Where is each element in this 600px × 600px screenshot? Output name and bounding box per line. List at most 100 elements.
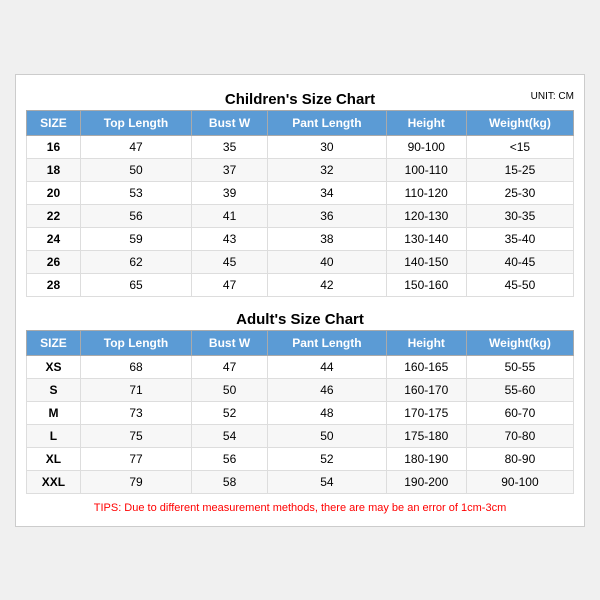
- children-cell-0-1: 47: [80, 135, 191, 158]
- children-cell-3-0: 22: [27, 204, 81, 227]
- adult-cell-5-5: 90-100: [466, 470, 573, 493]
- tips-text: TIPS: Due to different measurement metho…: [26, 500, 574, 516]
- adult-cell-1-1: 71: [80, 378, 191, 401]
- table-row: 28654742150-16045-50: [27, 273, 574, 296]
- children-cell-6-2: 47: [192, 273, 268, 296]
- children-title-text: Children's Size Chart: [225, 91, 375, 108]
- adult-cell-0-2: 47: [192, 355, 268, 378]
- adult-cell-2-4: 170-175: [386, 401, 466, 424]
- children-cell-1-3: 32: [268, 158, 386, 181]
- children-cell-3-2: 41: [192, 204, 268, 227]
- table-row: XL775652180-19080-90: [27, 447, 574, 470]
- children-cell-6-0: 28: [27, 273, 81, 296]
- children-cell-4-5: 35-40: [466, 227, 573, 250]
- col-header-weight-a: Weight(kg): [466, 330, 573, 355]
- adult-cell-3-2: 54: [192, 424, 268, 447]
- col-header-weight-c: Weight(kg): [466, 110, 573, 135]
- children-cell-6-1: 65: [80, 273, 191, 296]
- children-cell-2-5: 25-30: [466, 181, 573, 204]
- children-cell-5-4: 140-150: [386, 250, 466, 273]
- adult-cell-3-0: L: [27, 424, 81, 447]
- children-cell-5-5: 40-45: [466, 250, 573, 273]
- children-cell-3-1: 56: [80, 204, 191, 227]
- children-cell-6-4: 150-160: [386, 273, 466, 296]
- children-cell-4-3: 38: [268, 227, 386, 250]
- adult-cell-4-5: 80-90: [466, 447, 573, 470]
- children-cell-4-4: 130-140: [386, 227, 466, 250]
- table-row: XS684744160-16550-55: [27, 355, 574, 378]
- col-header-pant-c: Pant Length: [268, 110, 386, 135]
- adult-cell-4-2: 56: [192, 447, 268, 470]
- adult-cell-2-1: 73: [80, 401, 191, 424]
- children-cell-6-3: 42: [268, 273, 386, 296]
- col-header-top-length-a: Top Length: [80, 330, 191, 355]
- children-cell-5-1: 62: [80, 250, 191, 273]
- table-row: M735248170-17560-70: [27, 401, 574, 424]
- children-cell-0-0: 16: [27, 135, 81, 158]
- adult-cell-1-5: 55-60: [466, 378, 573, 401]
- children-cell-1-2: 37: [192, 158, 268, 181]
- children-cell-1-4: 100-110: [386, 158, 466, 181]
- adult-cell-5-0: XXL: [27, 470, 81, 493]
- col-header-height-a: Height: [386, 330, 466, 355]
- table-row: 24594338130-14035-40: [27, 227, 574, 250]
- adult-cell-2-5: 60-70: [466, 401, 573, 424]
- adult-cell-4-0: XL: [27, 447, 81, 470]
- children-size-table: SIZE Top Length Bust W Pant Length Heigh…: [26, 110, 574, 297]
- children-cell-5-3: 40: [268, 250, 386, 273]
- col-header-bust-c: Bust W: [192, 110, 268, 135]
- unit-label: UNIT: CM: [531, 91, 574, 102]
- adult-cell-3-3: 50: [268, 424, 386, 447]
- table-row: 26624540140-15040-45: [27, 250, 574, 273]
- adult-cell-1-2: 50: [192, 378, 268, 401]
- children-cell-1-0: 18: [27, 158, 81, 181]
- adult-cell-1-3: 46: [268, 378, 386, 401]
- adult-cell-0-1: 68: [80, 355, 191, 378]
- adult-cell-0-3: 44: [268, 355, 386, 378]
- col-header-height-c: Height: [386, 110, 466, 135]
- children-cell-0-4: 90-100: [386, 135, 466, 158]
- table-row: 1647353090-100<15: [27, 135, 574, 158]
- adult-cell-2-0: M: [27, 401, 81, 424]
- col-header-bust-a: Bust W: [192, 330, 268, 355]
- col-header-pant-a: Pant Length: [268, 330, 386, 355]
- adult-cell-5-3: 54: [268, 470, 386, 493]
- adult-cell-3-5: 70-80: [466, 424, 573, 447]
- adult-cell-2-2: 52: [192, 401, 268, 424]
- children-header-row: SIZE Top Length Bust W Pant Length Heigh…: [27, 110, 574, 135]
- col-header-top-length-c: Top Length: [80, 110, 191, 135]
- children-section-title: Children's Size Chart UNIT: CM: [26, 85, 574, 110]
- children-cell-5-0: 26: [27, 250, 81, 273]
- children-cell-3-3: 36: [268, 204, 386, 227]
- children-cell-2-4: 110-120: [386, 181, 466, 204]
- children-cell-4-0: 24: [27, 227, 81, 250]
- adult-cell-0-5: 50-55: [466, 355, 573, 378]
- adult-cell-2-3: 48: [268, 401, 386, 424]
- table-row: L755450175-18070-80: [27, 424, 574, 447]
- col-header-size-c: SIZE: [27, 110, 81, 135]
- children-cell-4-2: 43: [192, 227, 268, 250]
- adult-cell-5-4: 190-200: [386, 470, 466, 493]
- children-cell-1-1: 50: [80, 158, 191, 181]
- adult-cell-4-3: 52: [268, 447, 386, 470]
- children-cell-0-3: 30: [268, 135, 386, 158]
- children-cell-3-4: 120-130: [386, 204, 466, 227]
- children-cell-3-5: 30-35: [466, 204, 573, 227]
- adult-cell-0-0: XS: [27, 355, 81, 378]
- adult-size-table: SIZE Top Length Bust W Pant Length Heigh…: [26, 330, 574, 494]
- children-cell-5-2: 45: [192, 250, 268, 273]
- table-row: 20533934110-12025-30: [27, 181, 574, 204]
- adult-section-title: Adult's Size Chart: [26, 305, 574, 330]
- children-cell-2-0: 20: [27, 181, 81, 204]
- adult-header-row: SIZE Top Length Bust W Pant Length Heigh…: [27, 330, 574, 355]
- children-cell-6-5: 45-50: [466, 273, 573, 296]
- adult-cell-0-4: 160-165: [386, 355, 466, 378]
- children-cell-2-3: 34: [268, 181, 386, 204]
- children-cell-0-2: 35: [192, 135, 268, 158]
- children-cell-2-2: 39: [192, 181, 268, 204]
- size-chart-container: Children's Size Chart UNIT: CM SIZE Top …: [15, 74, 585, 527]
- col-header-size-a: SIZE: [27, 330, 81, 355]
- adult-cell-1-4: 160-170: [386, 378, 466, 401]
- adult-cell-4-1: 77: [80, 447, 191, 470]
- children-cell-4-1: 59: [80, 227, 191, 250]
